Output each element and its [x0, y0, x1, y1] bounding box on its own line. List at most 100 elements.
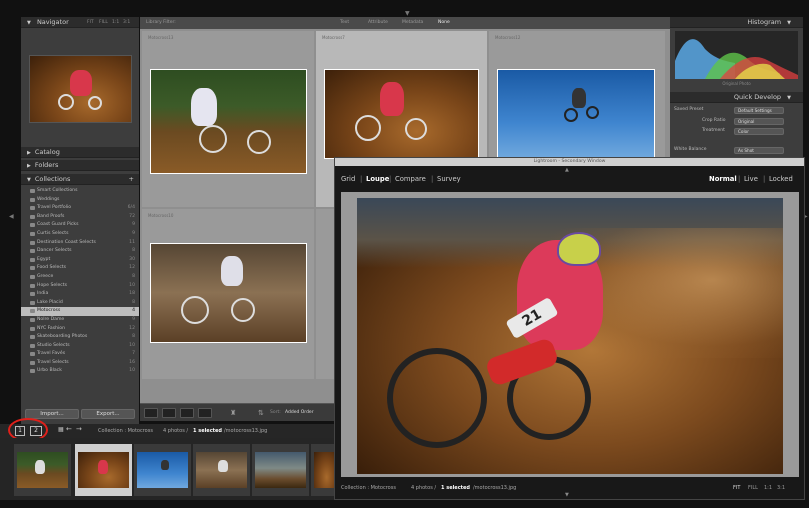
left-panel: ▼ Navigator FIT FILL 1:1 3:1 ▶ Catalog ▶ F… [21, 17, 139, 425]
compare-view-icon[interactable] [180, 408, 194, 418]
painter-icon[interactable]: ♜ [230, 409, 236, 417]
filter-tab-none[interactable]: None [438, 17, 450, 29]
top-panel-toggle-icon[interactable]: ▼ [405, 10, 410, 17]
rider-shape [191, 88, 217, 126]
collection-item[interactable]: Weddings [21, 196, 139, 205]
navigator-zoom-fill[interactable]: FILL [99, 17, 108, 28]
collection-icon [30, 360, 35, 365]
photo-thumbnail[interactable] [150, 69, 307, 174]
navigator-zoom-fit[interactable]: FIT [87, 17, 94, 28]
rider-shape [221, 256, 243, 286]
mode-survey[interactable]: Survey [437, 175, 461, 183]
white-balance-select[interactable]: As Shot [734, 147, 784, 154]
mode-normal[interactable]: Normal [709, 175, 737, 183]
filter-tab-attribute[interactable]: Attribute [368, 17, 388, 29]
export-button[interactable]: Export... [81, 409, 135, 419]
loupe-image[interactable]: 21 [357, 198, 783, 474]
mode-grid[interactable]: Grid [341, 175, 355, 183]
grid-view-icon[interactable] [144, 408, 158, 418]
collection-item-selected[interactable]: Motocross 4 [21, 307, 139, 316]
saved-preset-select[interactable]: Default Settings [734, 107, 784, 114]
filmstrip-thumb[interactable] [252, 444, 309, 496]
collection-item[interactable]: Urbo Black 10 [21, 367, 139, 376]
secondary-window-titlebar[interactable]: Lightroom - Secondary Window [335, 158, 804, 166]
mode-locked[interactable]: Locked [769, 175, 793, 183]
filmstrip-thumb[interactable] [134, 444, 191, 496]
collection-icon [30, 300, 35, 305]
filmstrip-thumb[interactable] [311, 444, 335, 496]
filmstrip-thumb[interactable] [193, 444, 250, 496]
collection-item[interactable]: Smart Collections [21, 187, 139, 196]
mode-compare[interactable]: Compare [395, 175, 426, 183]
treatment-select[interactable]: Color [734, 128, 784, 135]
sort-select[interactable]: Added Order [285, 410, 314, 415]
back-arrow-icon[interactable]: ← [66, 425, 72, 433]
mode-loupe[interactable]: Loupe [366, 175, 389, 183]
collection-item[interactable]: Studio Selects 10 [21, 342, 139, 351]
collection-item[interactable]: NYC Fashion 12 [21, 325, 139, 334]
collection-item[interactable]: Egypt 30 [21, 256, 139, 265]
navigator-header[interactable]: ▼ Navigator FIT FILL 1:1 3:1 [21, 17, 139, 28]
add-collection-icon[interactable]: + [129, 174, 134, 184]
crop-ratio-select[interactable]: Original [734, 118, 784, 125]
photo-thumbnail [314, 452, 335, 488]
photo-thumbnail[interactable] [497, 69, 655, 159]
filmstrip-thumb[interactable] [14, 444, 71, 496]
catalog-header[interactable]: ▶ Catalog [21, 147, 139, 158]
photo-thumbnail [255, 452, 306, 488]
photo-thumbnail[interactable] [150, 243, 307, 343]
collection-item[interactable]: Band Proofs 72 [21, 213, 139, 222]
collection-item[interactable]: Destination Coast Selects 11 [21, 239, 139, 248]
forward-arrow-icon[interactable]: → [76, 425, 82, 433]
original-photo-label: Original Photo [722, 81, 751, 86]
left-panel-toggle-icon[interactable]: ◀ [9, 213, 14, 220]
collection-item[interactable]: Skateboarding Photos 8 [21, 333, 139, 342]
navigator-zoom-3-1[interactable]: 3:1 [123, 17, 130, 28]
sort-direction-icon[interactable]: ⇅ [258, 409, 264, 417]
collection-item[interactable]: Lake Placid 8 [21, 299, 139, 308]
top-panel-toggle-icon[interactable]: ▲ [565, 167, 569, 173]
collection-item[interactable]: India 18 [21, 290, 139, 299]
collection-item[interactable]: Travel Selects 16 [21, 359, 139, 368]
white-balance-label: White Balance [674, 147, 707, 152]
quick-develop-header[interactable]: Quick Develop ▼ [670, 92, 803, 103]
saved-preset-label: Saved Preset [674, 107, 704, 112]
survey-view-icon[interactable] [198, 408, 212, 418]
cell-filename: Motocross10 [148, 213, 174, 218]
filter-tab-text[interactable]: Text [340, 17, 349, 29]
mode-live[interactable]: Live [744, 175, 758, 183]
wheel-shape [58, 94, 74, 110]
loupe-view-icon[interactable] [162, 408, 176, 418]
collection-item[interactable]: Dancer Selects 8 [21, 247, 139, 256]
folders-header[interactable]: ▶ Folders [21, 160, 139, 171]
zoom-fit[interactable]: FIT [733, 485, 740, 491]
collection-item[interactable]: Food Selects 12 [21, 264, 139, 273]
collection-icon [30, 352, 35, 357]
grid-cell[interactable]: Motocross10 [142, 209, 314, 379]
secondary-status-collection[interactable]: Collection : Motocross [341, 485, 396, 491]
zoom-3-1[interactable]: 3:1 [777, 485, 785, 491]
grid-mode-icon[interactable]: ▦ [58, 426, 64, 433]
collections-header[interactable]: ▼ Collections + [21, 174, 139, 185]
bottom-panel-toggle-icon[interactable]: ▼ [565, 492, 569, 498]
zoom-fill[interactable]: FILL [748, 485, 758, 491]
collection-item[interactable]: Coast Guard Picks 9 [21, 221, 139, 230]
filmstrip-thumb-selected[interactable] [75, 444, 132, 496]
photo-thumbnail[interactable] [324, 69, 479, 159]
collection-item[interactable]: Curtis Selects 9 [21, 230, 139, 239]
filter-tab-metadata[interactable]: Metadata [402, 17, 423, 29]
collection-item[interactable]: Greece 8 [21, 273, 139, 282]
histogram-header[interactable]: Histogram ▼ [670, 17, 803, 28]
collection-item[interactable]: Nolre Dame 9 [21, 316, 139, 325]
filmstrip-collection[interactable]: Collection : Motocross [98, 428, 153, 434]
collection-item[interactable]: Travel Favés 7 [21, 350, 139, 359]
navigator-zoom-1-1[interactable]: 1:1 [112, 17, 119, 28]
wheel-shape [586, 106, 599, 119]
navigator-preview[interactable] [29, 55, 132, 123]
collection-item[interactable]: Travel Portfolio 6/4 [21, 204, 139, 213]
zoom-1-1[interactable]: 1:1 [764, 485, 772, 491]
histogram-graph[interactable] [675, 31, 798, 79]
collection-item[interactable]: Hope Selects 10 [21, 282, 139, 291]
collection-icon [30, 343, 35, 348]
grid-cell[interactable]: Motocross13 [142, 31, 314, 207]
